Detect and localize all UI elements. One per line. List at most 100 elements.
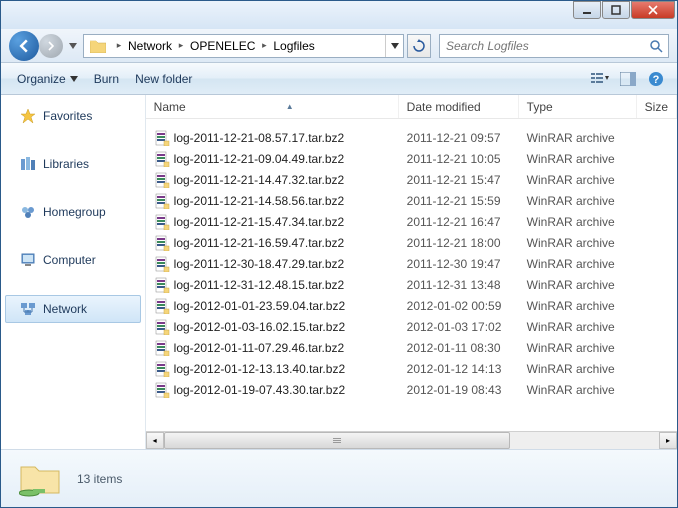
refresh-button[interactable] xyxy=(407,34,431,58)
file-row[interactable]: log-2011-12-21-15.47.34.tar.bz22011-12-2… xyxy=(146,211,677,232)
address-dropdown[interactable] xyxy=(385,35,403,57)
search-input[interactable] xyxy=(440,39,644,53)
file-date: 2011-12-21 15:59 xyxy=(399,194,519,208)
archive-icon xyxy=(154,172,170,188)
homegroup-icon xyxy=(19,203,37,221)
file-row[interactable]: log-2011-12-21-09.04.49.tar.bz22011-12-2… xyxy=(146,148,677,169)
archive-icon xyxy=(154,256,170,272)
file-row[interactable]: log-2012-01-11-07.29.46.tar.bz2 2012-01-1… xyxy=(146,337,677,358)
file-date: 2012-01-12 14:13 xyxy=(399,362,519,376)
search-box[interactable] xyxy=(439,34,669,58)
file-type: WinRAR archive xyxy=(519,215,637,229)
sidebar-item-network[interactable]: Network xyxy=(5,295,141,323)
libraries-icon xyxy=(19,155,37,173)
file-date: 2011-12-21 09:57 xyxy=(399,131,519,145)
horizontal-scrollbar[interactable]: ◂ ▸ xyxy=(146,431,677,449)
file-row[interactable]: log-2011-12-21-08.57.17.tar.bz2 2011-12-2… xyxy=(146,127,677,148)
file-row[interactable]: log-2012-01-12-13.13.40.tar.bz2 2012-01-1… xyxy=(146,358,677,379)
file-type: WinRAR archive xyxy=(519,173,637,187)
titlebar[interactable] xyxy=(1,1,677,29)
close-button[interactable] xyxy=(631,1,675,19)
file-date: 2012-01-11 08:30 xyxy=(399,341,519,355)
file-type: WinRAR archive xyxy=(519,194,637,208)
address-bar[interactable]: ▸ Network ▸ OPENELEC ▸ Logfiles xyxy=(83,34,404,58)
file-row[interactable]: log-2012-01-01-23.59.04.tar.bz22012-01-0… xyxy=(146,295,677,316)
scroll-thumb[interactable] xyxy=(164,432,511,449)
explorer-window: ▸ Network ▸ OPENELEC ▸ Logfiles Organize… xyxy=(0,0,678,508)
file-name: log-2012-01-03-16.02.15.tar.bz2 xyxy=(174,320,345,334)
scroll-left-button[interactable]: ◂ xyxy=(146,432,164,449)
archive-icon xyxy=(154,319,170,335)
archive-icon xyxy=(154,382,170,398)
file-date: 2012-01-02 00:59 xyxy=(399,299,519,313)
file-row[interactable]: log-2011-12-31-12.48.15.tar.bz22011-12-3… xyxy=(146,274,677,295)
file-row[interactable]: log-2012-01-19-07.43.30.tar.bz2 2012-01-1… xyxy=(146,379,677,400)
file-name: log-2012-01-12-13.13.40.tar.bz2 xyxy=(174,362,345,376)
file-row[interactable]: log-2011-12-21-14.47.32.tar.bz22011-12-2… xyxy=(146,169,677,190)
navbar: ▸ Network ▸ OPENELEC ▸ Logfiles xyxy=(1,29,677,63)
archive-icon xyxy=(154,298,170,314)
sidebar-item-label: Favorites xyxy=(43,109,92,123)
archive-icon xyxy=(154,340,170,356)
back-button[interactable] xyxy=(9,31,39,61)
file-row[interactable]: log-2011-12-21-14.58.56.tar.bz22011-12-2… xyxy=(146,190,677,211)
archive-icon xyxy=(154,214,170,230)
file-type: WinRAR archive xyxy=(519,383,637,397)
svg-text:?: ? xyxy=(653,74,660,86)
view-options-button[interactable] xyxy=(587,68,613,90)
file-name: log-2012-01-19-07.43.30.tar.bz2 xyxy=(174,383,345,397)
file-name: log-2011-12-31-12.48.15.tar.bz2 xyxy=(174,278,345,292)
file-type: WinRAR archive xyxy=(519,341,637,355)
statusbar: 13 items xyxy=(1,449,677,507)
burn-button[interactable]: Burn xyxy=(86,68,127,90)
new-folder-button[interactable]: New folder xyxy=(127,68,200,90)
scroll-track[interactable] xyxy=(164,432,659,449)
file-list-pane: Name▲ Date modified Type Size log-2011-1… xyxy=(146,95,677,449)
file-type: WinRAR archive xyxy=(519,152,637,166)
status-text: 13 items xyxy=(77,472,122,486)
col-size[interactable]: Size xyxy=(637,95,677,118)
sidebar-item-favorites[interactable]: Favorites xyxy=(1,103,145,129)
search-icon[interactable] xyxy=(644,35,668,57)
breadcrumb-sep[interactable]: ▸ xyxy=(257,35,271,57)
status-folder-icon xyxy=(17,459,65,499)
folder-icon xyxy=(88,36,108,56)
file-row[interactable]: log-2011-12-21-16.59.47.tar.bz22011-12-2… xyxy=(146,232,677,253)
archive-icon xyxy=(154,361,170,377)
preview-pane-button[interactable] xyxy=(615,68,641,90)
breadcrumb-logfiles[interactable]: Logfiles xyxy=(271,35,316,57)
maximize-button[interactable] xyxy=(602,1,630,19)
sidebar-item-libraries[interactable]: Libraries xyxy=(1,151,145,177)
file-name: log-2011-12-21-08.57.17.tar.bz2 xyxy=(174,131,345,145)
col-date[interactable]: Date modified xyxy=(399,95,519,118)
file-row[interactable]: log-2011-12-30-18.47.29.tar.bz22011-12-3… xyxy=(146,253,677,274)
column-headers: Name▲ Date modified Type Size xyxy=(146,95,677,119)
file-type: WinRAR archive xyxy=(519,299,637,313)
file-type: WinRAR archive xyxy=(519,278,637,292)
file-date: 2011-12-21 18:00 xyxy=(399,236,519,250)
nav-history-dropdown[interactable] xyxy=(67,34,79,58)
file-type: WinRAR archive xyxy=(519,236,637,250)
file-name: log-2012-01-11-07.29.46.tar.bz2 xyxy=(174,341,345,355)
sidebar-item-computer[interactable]: Computer xyxy=(1,247,145,273)
minimize-button[interactable] xyxy=(573,1,601,19)
file-date: 2011-12-21 10:05 xyxy=(399,152,519,166)
breadcrumb-sep[interactable]: ▸ xyxy=(174,35,188,57)
file-row[interactable]: log-2012-01-03-16.02.15.tar.bz22012-01-0… xyxy=(146,316,677,337)
help-button[interactable]: ? xyxy=(643,68,669,90)
breadcrumb-sep[interactable]: ▸ xyxy=(112,35,126,57)
computer-icon xyxy=(19,251,37,269)
scroll-right-button[interactable]: ▸ xyxy=(659,432,677,449)
sort-asc-icon: ▲ xyxy=(286,102,294,111)
breadcrumb-openelec[interactable]: OPENELEC xyxy=(188,35,257,57)
col-type[interactable]: Type xyxy=(519,95,637,118)
file-date: 2012-01-19 08:43 xyxy=(399,383,519,397)
archive-icon xyxy=(154,235,170,251)
col-name[interactable]: Name▲ xyxy=(146,95,399,118)
archive-icon xyxy=(154,130,170,146)
toolbar: Organize Burn New folder ? xyxy=(1,63,677,95)
breadcrumb-network[interactable]: Network xyxy=(126,35,174,57)
sidebar-item-homegroup[interactable]: Homegroup xyxy=(1,199,145,225)
organize-button[interactable]: Organize xyxy=(9,68,86,90)
forward-button[interactable] xyxy=(39,34,63,58)
